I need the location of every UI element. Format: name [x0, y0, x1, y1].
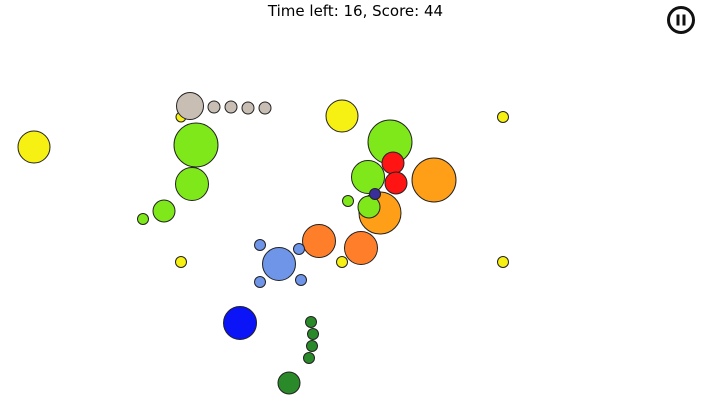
yellow-ball[interactable] — [325, 99, 359, 133]
green-ball[interactable] — [303, 352, 315, 364]
green-ball[interactable] — [307, 328, 319, 340]
yellow-ball[interactable] — [175, 256, 187, 268]
orange-ball[interactable] — [302, 224, 336, 258]
taupe-ball[interactable] — [258, 101, 272, 115]
lime-ball[interactable] — [173, 122, 219, 168]
lime-ball[interactable] — [342, 195, 354, 207]
orange-ball[interactable] — [344, 231, 378, 265]
sky-ball[interactable] — [254, 239, 266, 251]
taupe-ball[interactable] — [207, 100, 221, 114]
yellow-ball[interactable] — [497, 256, 509, 268]
red-ball[interactable] — [384, 171, 408, 195]
green-ball[interactable] — [306, 340, 318, 352]
yellow-ball[interactable] — [497, 111, 509, 123]
lime-ball[interactable] — [152, 199, 176, 223]
lime-ball[interactable] — [351, 160, 385, 194]
green-ball[interactable] — [305, 316, 317, 328]
taupe-ball[interactable] — [241, 101, 255, 115]
taupe-ball[interactable] — [224, 100, 238, 114]
sky-ball[interactable] — [295, 274, 307, 286]
yellow-ball[interactable] — [336, 256, 348, 268]
amber-ball[interactable] — [411, 157, 457, 203]
red-ball[interactable] — [381, 151, 405, 175]
yellow-ball[interactable] — [17, 130, 51, 164]
taupe-ball[interactable] — [176, 92, 204, 120]
navy-ball[interactable] — [369, 188, 381, 200]
lime-ball[interactable] — [137, 213, 149, 225]
sky-ball[interactable] — [254, 276, 266, 288]
blue-ball[interactable] — [223, 306, 257, 340]
game-field[interactable] — [0, 0, 711, 400]
sky-ball[interactable] — [262, 247, 296, 281]
lime-ball[interactable] — [175, 167, 209, 201]
sky-ball[interactable] — [293, 243, 305, 255]
green-ball[interactable] — [277, 371, 301, 395]
